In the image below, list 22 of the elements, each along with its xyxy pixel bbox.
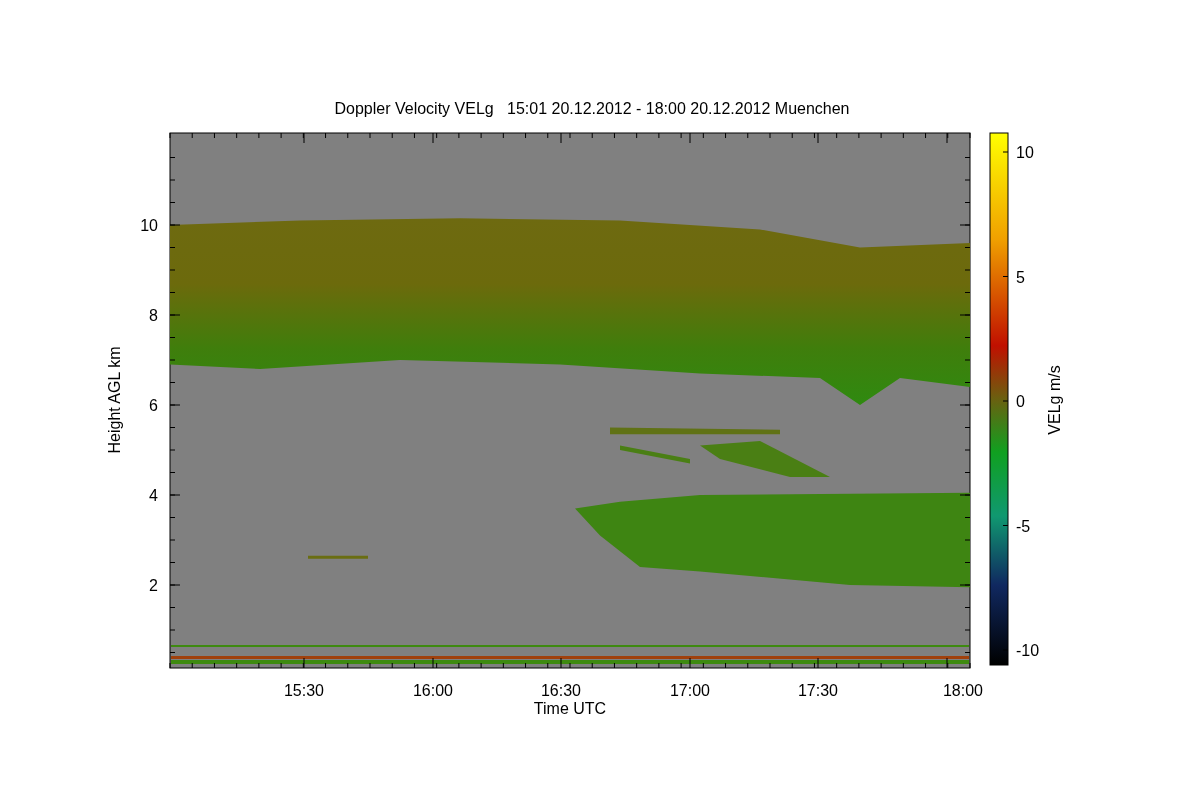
time-tick-label: 15:30 (284, 682, 324, 699)
colorbar-tick-label: 0 (1016, 393, 1025, 410)
height-tick-label: 2 (149, 577, 158, 594)
time-tick-label: 18:00 (943, 682, 983, 699)
colorbar-tick-label: -10 (1016, 642, 1040, 659)
colorbar-label: VELg m/s (1046, 365, 1063, 435)
height-tick-label: 10 (140, 217, 158, 234)
x-axis-label: Time UTC (533, 700, 607, 717)
chart-title: Doppler Velocity VELg 15:01 20.12.2012 - 18:00 20.12.2012 Muenchen (334, 100, 850, 117)
height-tick-label: 4 (149, 487, 158, 504)
radar-echo-region (308, 555, 368, 559)
colorbar-tick-label: 5 (1016, 268, 1025, 286)
height-tick-label: 8 (149, 307, 158, 324)
radar-echo-region (620, 445, 690, 464)
colorbar-tick-label: -5 (1016, 517, 1031, 535)
time-tick-label: 17:00 (670, 682, 710, 699)
colorbar-tick-label: 10 (1016, 144, 1034, 161)
y-axis-label: Height AGL km (106, 346, 123, 454)
time-tick-label: 16:00 (413, 682, 453, 699)
height-tick-label: 6 (149, 397, 158, 414)
time-tick-label: 17:30 (798, 682, 838, 699)
time-tick-label: 16:30 (541, 682, 581, 699)
